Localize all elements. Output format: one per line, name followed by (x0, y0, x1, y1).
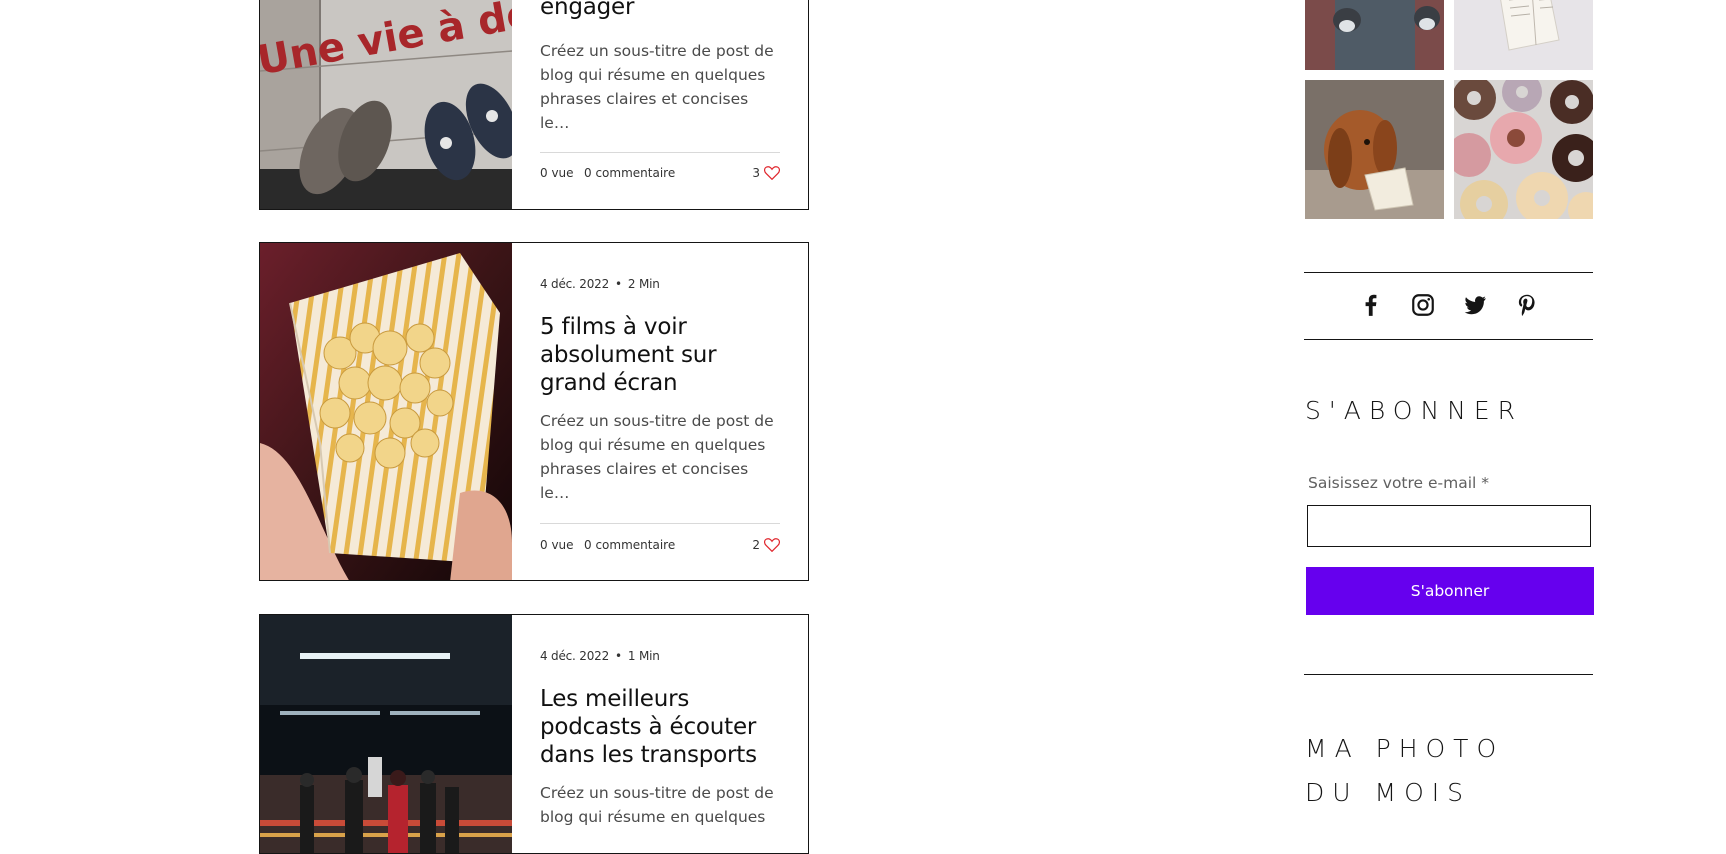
subscribe-heading: S'ABONNER (1305, 396, 1524, 425)
post-image[interactable] (260, 243, 512, 580)
read-time: 2 Min (627, 277, 660, 291)
heart-icon[interactable] (764, 538, 780, 552)
instagram-icon[interactable] (1410, 292, 1436, 318)
comments-count[interactable]: 0 commentaire (584, 166, 675, 180)
blog-post-card[interactable]: Une vie à de engager Créez un sous-titre… (259, 0, 809, 210)
post-date: 4 déc. 2022 (540, 277, 610, 291)
likes-count: 2 (752, 538, 760, 552)
comments-count[interactable]: 0 commentaire (584, 538, 675, 552)
sidebar-divider (1304, 674, 1593, 675)
post-stats: 0 vue 0 commentaire 2 (540, 538, 780, 558)
likes[interactable]: 2 (752, 538, 780, 552)
post-image[interactable] (260, 615, 512, 853)
email-input[interactable] (1307, 505, 1591, 547)
post-excerpt: Créez un sous-titre de post de blog qui … (540, 42, 774, 132)
post-title[interactable]: Les meilleurs podcasts à écouter dans le… (540, 685, 786, 769)
post-title[interactable]: engager (540, 0, 786, 21)
subscribe-button[interactable]: S'abonner (1306, 567, 1594, 615)
read-time: 1 Min (627, 649, 660, 663)
email-label: Saisissez votre e-mail * (1308, 474, 1490, 492)
post-excerpt: Créez un sous-titre de post de blog qui … (540, 784, 774, 826)
gallery-photo-feet[interactable] (1305, 0, 1444, 70)
post-divider (540, 523, 780, 524)
photo-of-month-heading-line1: MA PHOTO (1305, 734, 1505, 763)
post-stats: 0 vue 0 commentaire 3 (540, 166, 780, 186)
gallery-photo-donuts[interactable] (1454, 80, 1593, 219)
blog-post-card[interactable]: 4 déc. 2022 • 1 Min Les meilleurs podcasts… (259, 614, 809, 854)
photo-of-month-heading-line2: DU MOIS (1305, 778, 1471, 807)
gallery-photo-dog[interactable] (1305, 80, 1444, 219)
meta-separator: • (615, 649, 622, 663)
sidebar-divider (1304, 272, 1593, 273)
meta-separator: • (615, 277, 622, 291)
post-excerpt: Créez un sous-titre de post de blog qui … (540, 412, 774, 502)
likes[interactable]: 3 (752, 166, 780, 180)
pinterest-icon[interactable] (1514, 292, 1540, 318)
views-count: 0 vue (540, 166, 574, 180)
blog-post-card[interactable]: 4 déc. 2022 • 2 Min 5 films à voir absolum… (259, 242, 809, 581)
post-meta: 4 déc. 2022 • 1 Min (540, 649, 660, 663)
post-image[interactable]: Une vie à de (260, 0, 512, 209)
facebook-icon[interactable] (1358, 292, 1384, 318)
post-date: 4 déc. 2022 (540, 649, 610, 663)
twitter-icon[interactable] (1462, 292, 1488, 318)
views-count: 0 vue (540, 538, 574, 552)
post-title[interactable]: 5 films à voir absolument sur grand écra… (540, 313, 786, 397)
likes-count: 3 (752, 166, 760, 180)
gallery-photo-book[interactable] (1454, 0, 1593, 70)
social-bar (1358, 292, 1540, 318)
sidebar-divider (1304, 339, 1593, 340)
heart-icon[interactable] (764, 166, 780, 180)
post-meta: 4 déc. 2022 • 2 Min (540, 277, 660, 291)
post-divider (540, 152, 780, 153)
